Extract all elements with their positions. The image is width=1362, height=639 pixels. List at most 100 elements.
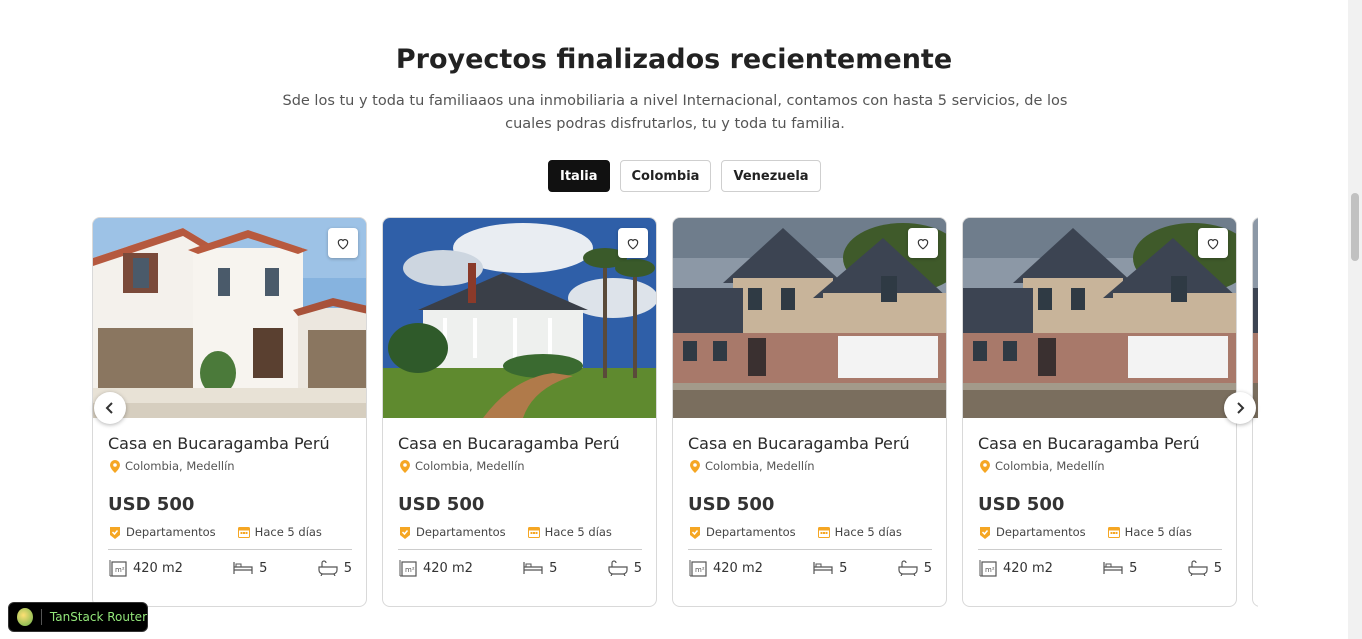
chevron-right-icon [1237, 402, 1245, 414]
heart-icon [337, 238, 349, 249]
chevron-left-icon [105, 402, 113, 414]
property-baths: 5 [343, 560, 352, 576]
property-features: m² 420 m2 5 5 [689, 559, 932, 577]
property-baths: 5 [633, 560, 642, 576]
property-beds: 5 [259, 560, 268, 576]
divider [108, 549, 352, 550]
property-features: m² 420 m2 5 5 [399, 559, 642, 577]
property-beds: 5 [1129, 560, 1138, 576]
bed-icon [813, 562, 833, 574]
property-features: m² 420 m2 5 5 [109, 559, 352, 577]
area-icon: m² [979, 560, 997, 577]
heart-icon [917, 238, 929, 249]
property-area: 420 m2 [713, 560, 763, 576]
property-meta: Departamentos Hace 5 días [979, 525, 1222, 539]
area-icon: m² [109, 560, 127, 577]
location-pin-icon [110, 459, 120, 473]
property-type: Departamentos [706, 525, 796, 539]
property-price: USD 500 [398, 494, 485, 515]
divider [398, 549, 642, 550]
property-location: Colombia, Medellín [980, 459, 1105, 473]
property-meta: Departamentos Hace 5 días [399, 525, 642, 539]
section-title: Proyectos finalizados recientemente [395, 44, 953, 75]
location-text: Colombia, Medellín [705, 459, 815, 473]
property-location: Colombia, Medellín [110, 459, 235, 473]
property-price: USD 500 [688, 494, 775, 515]
favorite-button[interactable] [1198, 228, 1228, 258]
property-name[interactable]: Casa en Bucaragamba Perú [688, 434, 910, 453]
property-area: 420 m2 [423, 560, 473, 576]
property-card[interactable]: Casa en Bucaragamba Perú Colombia, Medel… [382, 217, 657, 607]
property-card[interactable]: Casa en Bucaragamba Perú Colombia, Medel… [962, 217, 1237, 607]
property-time: Hace 5 días [1124, 525, 1192, 539]
property-image [1253, 218, 1258, 418]
property-image [93, 218, 366, 418]
property-beds: 5 [549, 560, 558, 576]
separator [41, 609, 42, 625]
area-icon: m² [399, 560, 417, 577]
property-area: 420 m2 [1003, 560, 1053, 576]
bath-icon [608, 560, 628, 576]
svg-text:m²: m² [115, 566, 125, 574]
property-location: Colombia, Medellín [690, 459, 815, 473]
location-text: Colombia, Medellín [125, 459, 235, 473]
tab-colombia[interactable]: Colombia [619, 160, 712, 192]
heart-icon [1207, 238, 1219, 249]
bed-icon [523, 562, 543, 574]
section-subtitle: Sde los tu y toda tu familiaaos una inmo… [282, 93, 1068, 132]
check-badge-icon [400, 526, 410, 539]
calendar-icon [1107, 527, 1120, 538]
bath-icon [318, 560, 338, 576]
property-type: Departamentos [126, 525, 216, 539]
calendar-icon [237, 527, 250, 538]
favorite-button[interactable] [328, 228, 358, 258]
tab-italia[interactable]: Italia [548, 160, 610, 192]
favorite-button[interactable] [618, 228, 648, 258]
check-badge-icon [980, 526, 990, 539]
property-type: Departamentos [416, 525, 506, 539]
svg-text:m²: m² [985, 566, 995, 574]
property-card[interactable]: Casa en Bucaragamba Perú Colombia, Medel… [92, 217, 367, 607]
divider [978, 549, 1222, 550]
calendar-icon [527, 527, 540, 538]
check-badge-icon [690, 526, 700, 539]
tanstack-label: TanStack Router [49, 610, 147, 624]
property-name[interactable]: Casa en Bucaragamba Perú [108, 434, 330, 453]
property-meta: Departamentos Hace 5 días [689, 525, 932, 539]
property-image [673, 218, 946, 418]
bath-icon [1188, 560, 1208, 576]
country-tabs: Italia Colombia Venezuela [548, 160, 821, 192]
property-baths: 5 [923, 560, 932, 576]
favorite-button[interactable] [908, 228, 938, 258]
property-location: Colombia, Medellín [400, 459, 525, 473]
location-pin-icon [400, 459, 410, 473]
bed-icon [233, 562, 253, 574]
property-area: 420 m2 [133, 560, 183, 576]
property-carousel: Casa en Bucaragamba Perú Colombia, Medel… [92, 217, 1258, 607]
property-baths: 5 [1213, 560, 1222, 576]
property-price: USD 500 [978, 494, 1065, 515]
tab-venezuela[interactable]: Venezuela [721, 160, 821, 192]
location-text: Colombia, Medellín [995, 459, 1105, 473]
property-beds: 5 [839, 560, 848, 576]
divider [688, 549, 932, 550]
property-price: USD 500 [108, 494, 195, 515]
property-name[interactable]: Casa en Bucaragamba Perú [978, 434, 1200, 453]
svg-text:m²: m² [405, 566, 415, 574]
location-text: Colombia, Medellín [415, 459, 525, 473]
property-meta: Departamentos Hace 5 días [109, 525, 352, 539]
property-time: Hace 5 días [834, 525, 902, 539]
scrollbar-thumb[interactable] [1351, 193, 1359, 261]
carousel-prev-button[interactable] [94, 392, 126, 424]
location-pin-icon [980, 459, 990, 473]
heart-icon [627, 238, 639, 249]
tanstack-devtools-button[interactable]: TanStack Router [8, 602, 148, 632]
property-time: Hace 5 días [254, 525, 322, 539]
svg-text:m²: m² [695, 566, 705, 574]
carousel-next-button[interactable] [1224, 392, 1256, 424]
property-name[interactable]: Casa en Bucaragamba Perú [398, 434, 620, 453]
location-pin-icon [690, 459, 700, 473]
property-card[interactable]: Casa en Bucaragamba Perú Colombia, Medel… [672, 217, 947, 607]
page-scrollbar[interactable] [1348, 0, 1362, 639]
check-badge-icon [110, 526, 120, 539]
